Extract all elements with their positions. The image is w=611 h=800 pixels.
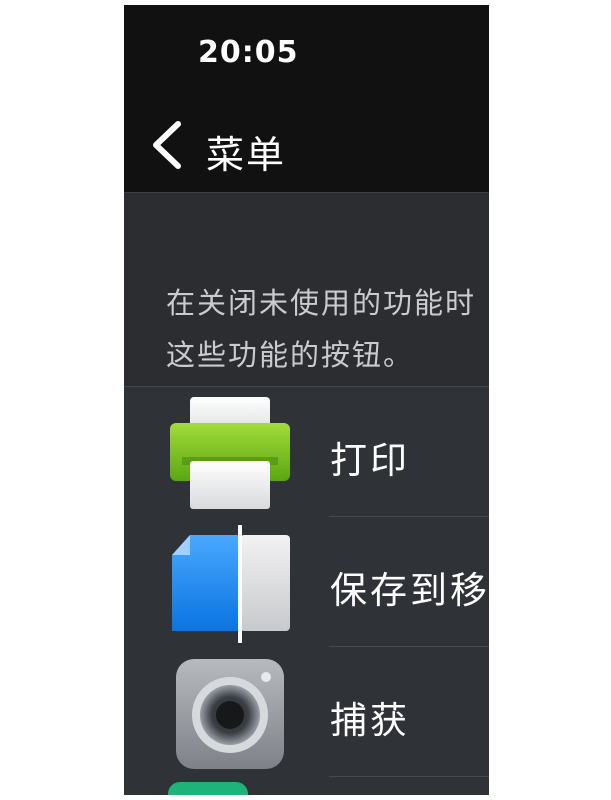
camera-icon bbox=[176, 659, 284, 769]
description-section: 在关闭未使用的功能时 这些功能的按钮。 bbox=[124, 193, 489, 387]
description-text: 在关闭未使用的功能时 这些功能的按钮。 bbox=[166, 277, 489, 381]
menu-item-label: 保存到移动设备 bbox=[330, 569, 489, 612]
menu-item-save-to-mobile[interactable]: 保存到移动设备 bbox=[124, 517, 489, 647]
menu-item-capture[interactable]: 捕获 bbox=[124, 647, 489, 777]
back-button[interactable] bbox=[148, 120, 188, 170]
menu-item-label: 捕获 bbox=[330, 699, 410, 742]
status-bar: 20:05 bbox=[124, 5, 489, 100]
page-title: 菜单 bbox=[206, 133, 287, 177]
printer-icon bbox=[170, 397, 290, 509]
menu-item-print[interactable]: 打印 bbox=[124, 387, 489, 517]
divider bbox=[329, 776, 489, 777]
description-line-1: 在关闭未使用的功能时 bbox=[166, 286, 477, 320]
chevron-left-icon bbox=[153, 121, 181, 169]
menu-item-label: 打印 bbox=[330, 439, 410, 482]
next-item-icon bbox=[168, 782, 248, 795]
save-to-mobile-icon bbox=[172, 525, 290, 643]
phone-screen: 20:05 菜单 在关闭未使用的功能时 这些功能的按钮。 打印 保存到移 捕获 bbox=[124, 5, 489, 795]
status-time: 20:05 bbox=[198, 35, 299, 70]
description-line-2: 这些功能的按钮。 bbox=[166, 338, 415, 372]
navigation-bar: 菜单 bbox=[124, 100, 489, 193]
